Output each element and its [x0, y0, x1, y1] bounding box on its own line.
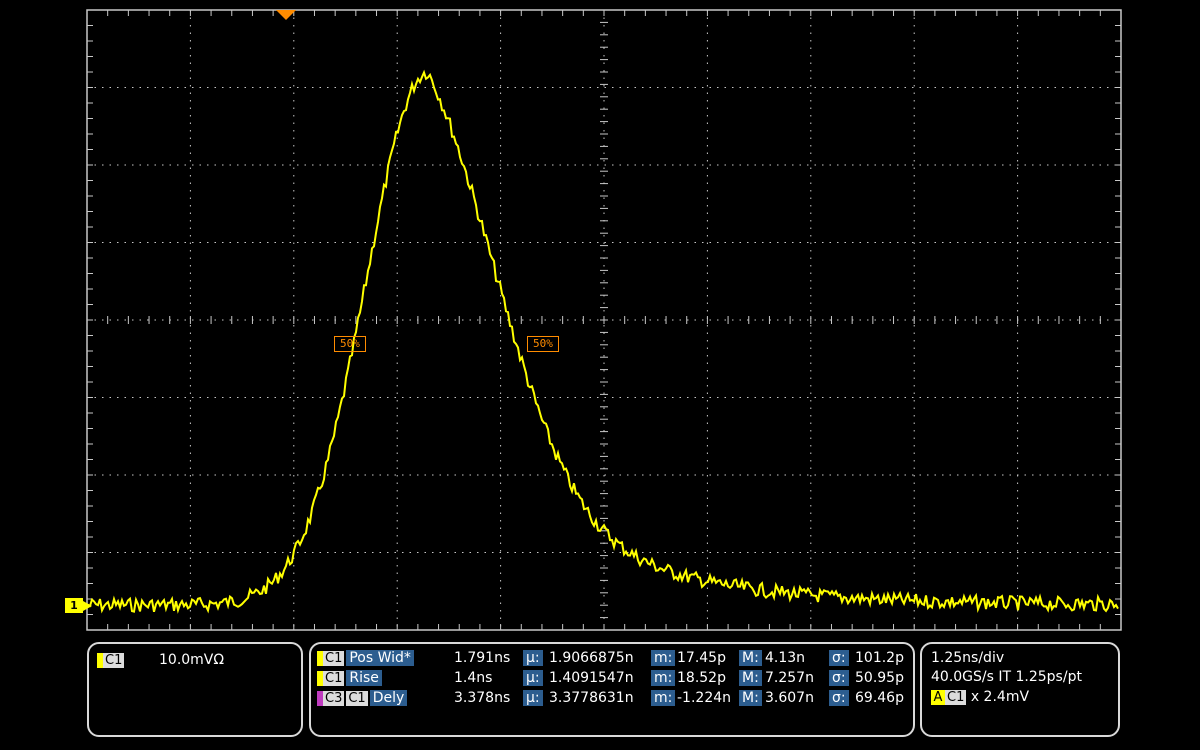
measurement-value: 1.4ns [454, 670, 493, 686]
measurement-row[interactable]: C3 C1 Dely [317, 690, 408, 708]
cursor-50-left-tag: 50% [334, 336, 366, 352]
stat-label-sigma: σ: [829, 670, 849, 686]
cursor-50-right-tag: 50% [527, 336, 559, 352]
measurement-value: 3.378ns [454, 690, 511, 706]
measurement-channel: C3 [323, 690, 345, 706]
measurement-channel: C1 [346, 690, 368, 706]
stat-label-mean: µ: [523, 670, 543, 686]
stat-value-min: -1.224n [677, 690, 732, 706]
trigger-channel-label: C1 [945, 689, 967, 705]
measurement-row[interactable]: C1 Pos Wid* [317, 650, 414, 668]
channel-1-ground-marker[interactable]: 1 [65, 598, 92, 613]
channel-label: C1 [103, 652, 125, 668]
trigger-mode-label: A [931, 689, 945, 705]
timebase-panel[interactable]: 1.25ns/div 40.0GS/s IT 1.25ps/pt A C1 x 2… [920, 642, 1120, 737]
stat-label-mean: µ: [523, 690, 543, 706]
waveform-display[interactable] [0, 0, 1200, 640]
measurement-value: 1.791ns [454, 650, 511, 666]
stat-value-max: 4.13n [765, 650, 806, 666]
measurement-name: Pos Wid* [346, 650, 414, 666]
measurements-panel[interactable]: C1 Pos Wid* 1.791ns µ: 1.9066875n m: 17.45p M: 4… [309, 642, 915, 737]
timebase-value: 1.25ns/div [931, 650, 1005, 666]
stat-label-max: M: [739, 670, 762, 686]
measurement-row[interactable]: C1 Rise [317, 670, 382, 688]
channel-info-panel[interactable]: C1 10.0mVΩ [87, 642, 303, 737]
vertical-scale: 10.0mVΩ [159, 652, 225, 668]
stat-value-mean: 1.9066875n [549, 650, 634, 666]
stat-value-sigma: 101.2p [855, 650, 904, 666]
stat-value-mean: 1.4091547n [549, 670, 634, 686]
stat-value-min: 17.45p [677, 650, 726, 666]
stat-value-min: 18.52p [677, 670, 726, 686]
trigger-position-marker[interactable] [276, 10, 296, 20]
trigger-level: x 2.4mV [970, 689, 1030, 705]
measurement-channel: C1 [323, 670, 345, 686]
stat-label-min: m: [651, 650, 676, 666]
stat-label-min: m: [651, 670, 676, 686]
stat-label-mean: µ: [523, 650, 543, 666]
graticule-grid [86, 9, 1122, 631]
stat-value-max: 3.607n [765, 690, 814, 706]
stat-value-max: 7.257n [765, 670, 814, 686]
stat-value-sigma: 69.46p [855, 690, 904, 706]
measurement-channel: C1 [323, 650, 345, 666]
stat-label-max: M: [739, 650, 762, 666]
stat-value-mean: 3.3778631n [549, 690, 634, 706]
stat-label-min: m: [651, 690, 676, 706]
stat-label-sigma: σ: [829, 690, 849, 706]
measurement-name: Rise [346, 670, 382, 686]
stat-value-sigma: 50.95p [855, 670, 904, 686]
measurement-name: Dely [369, 690, 408, 706]
stat-label-sigma: σ: [829, 650, 849, 666]
stat-label-max: M: [739, 690, 762, 706]
sample-rate: 40.0GS/s IT 1.25ps/pt [931, 669, 1082, 685]
